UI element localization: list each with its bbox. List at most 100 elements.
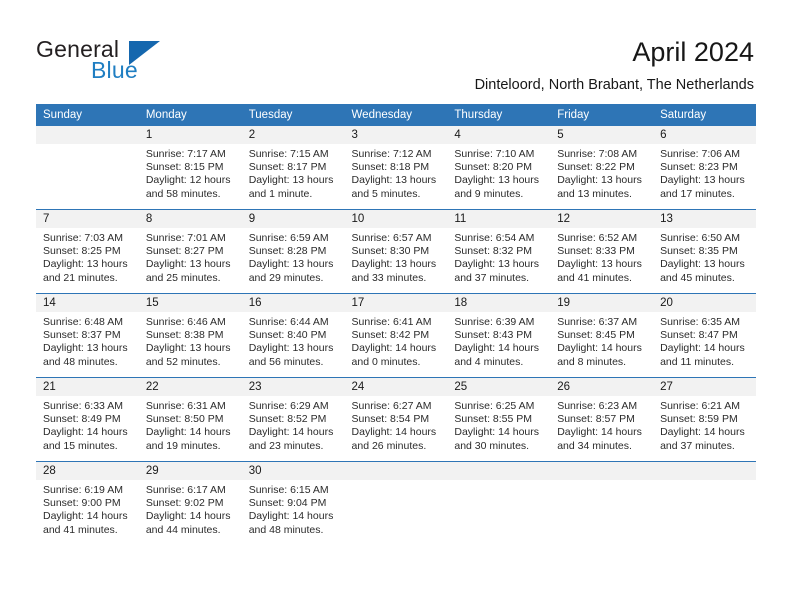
calendar-day-cell[interactable]: 9 Sunrise: 6:59 AM Sunset: 8:28 PM Daylight… [241, 209, 345, 294]
daylight-duration-line1: Daylight: 13 hours [454, 174, 540, 187]
daylight-duration-line2: and 17 minutes. [660, 187, 735, 200]
sun-times: Sunrise: 7:17 AM Sunset: 8:15 PM Daylight:… [139, 144, 242, 201]
calendar-day-cell[interactable]: 6 Sunrise: 7:06 AM Sunset: 8:23 PM Daylight… [653, 126, 756, 210]
day-cell-inner: 30 Sunrise: 6:15 AM Sunset: 9:04 PM Dayligh… [241, 462, 345, 545]
daylight-duration-line1: Daylight: 13 hours [660, 174, 745, 187]
sun-times: Sunrise: 6:35 AM Sunset: 8:47 PM Daylight:… [653, 312, 756, 369]
sunset-time: Sunset: 8:35 PM [660, 245, 738, 258]
sun-times: Sunrise: 6:23 AM Sunset: 8:57 PM Daylight:… [550, 396, 653, 453]
sunrise-time: Sunrise: 6:17 AM [145, 484, 226, 496]
sunset-time: Sunset: 8:52 PM [248, 413, 327, 426]
day-number: 26 [550, 378, 654, 396]
daylight-duration-line2: and 45 minutes. [660, 271, 735, 284]
day-cell-inner: 12 Sunrise: 6:52 AM Sunset: 8:33 PM Dayligh… [550, 210, 654, 293]
sunset-time: Sunset: 8:57 PM [557, 413, 635, 426]
day-number: 11 [447, 210, 551, 228]
daylight-duration-line1: Daylight: 13 hours [660, 258, 745, 271]
sun-times: Sunrise: 6:48 AM Sunset: 8:37 PM Daylight:… [36, 312, 139, 369]
calendar-day-cell[interactable]: 29 Sunrise: 6:17 AM Sunset: 9:02 PM Dayligh… [138, 461, 242, 545]
calendar-day-cell[interactable]: 4 Sunrise: 7:10 AM Sunset: 8:20 PM Daylight… [447, 126, 551, 210]
daylight-duration-line1: Daylight: 14 hours [248, 510, 334, 523]
day-cell-inner: 25 Sunrise: 6:25 AM Sunset: 8:55 PM Dayligh… [447, 378, 551, 461]
day-number: 13 [653, 210, 756, 228]
day-number: 30 [241, 462, 345, 480]
day-number: 25 [447, 378, 551, 396]
sunset-time: Sunset: 9:00 PM [43, 497, 121, 510]
calendar-day-cell[interactable]: 16 Sunrise: 6:44 AM Sunset: 8:40 PM Dayligh… [241, 293, 345, 378]
calendar-day-cell[interactable]: 2 Sunrise: 7:15 AM Sunset: 8:17 PM Daylight… [241, 126, 345, 210]
calendar-day-cell[interactable]: 13 Sunrise: 6:50 AM Sunset: 8:35 PM Dayligh… [653, 209, 756, 294]
daylight-duration-line2: and 23 minutes. [248, 439, 324, 452]
calendar-day-cell[interactable]: 7 Sunrise: 7:03 AM Sunset: 8:25 PM Daylight… [36, 209, 139, 294]
day-cell-inner: 9 Sunrise: 6:59 AM Sunset: 8:28 PM Daylight… [241, 210, 345, 293]
daylight-duration-line1: Daylight: 13 hours [145, 342, 231, 355]
sun-times: Sunrise: 7:01 AM Sunset: 8:27 PM Daylight:… [139, 228, 242, 285]
daylight-duration-line2: and 1 minute. [248, 187, 313, 200]
calendar-day-cell[interactable]: 5 Sunrise: 7:08 AM Sunset: 8:22 PM Daylight… [550, 126, 654, 210]
sun-times: Sunrise: 6:57 AM Sunset: 8:30 PM Daylight:… [345, 228, 448, 285]
calendar-day-cell[interactable]: 18 Sunrise: 6:39 AM Sunset: 8:43 PM Dayligh… [447, 293, 551, 378]
calendar-day-cell[interactable]: 19 Sunrise: 6:37 AM Sunset: 8:45 PM Dayligh… [550, 293, 654, 378]
calendar-day-cell[interactable] [653, 461, 756, 545]
sunrise-time: Sunrise: 6:27 AM [351, 400, 432, 412]
sunset-time: Sunset: 8:32 PM [454, 245, 533, 258]
daylight-duration-line2: and 58 minutes. [145, 187, 221, 200]
day-cell-inner: 15 Sunrise: 6:46 AM Sunset: 8:38 PM Dayligh… [138, 294, 242, 377]
calendar-day-cell[interactable]: 3 Sunrise: 7:12 AM Sunset: 8:18 PM Daylight… [344, 126, 448, 210]
calendar-day-cell[interactable]: 27 Sunrise: 6:21 AM Sunset: 8:59 PM Dayligh… [653, 377, 756, 462]
calendar-day-cell[interactable]: 23 Sunrise: 6:29 AM Sunset: 8:52 PM Dayligh… [241, 377, 345, 462]
calendar-week-row: 14 Sunrise: 6:48 AM Sunset: 8:37 PM Dayligh… [36, 293, 756, 378]
calendar-day-cell[interactable]: 28 Sunrise: 6:19 AM Sunset: 9:00 PM Dayligh… [36, 461, 139, 545]
sunset-time: Sunset: 8:15 PM [145, 161, 224, 174]
day-number: 6 [653, 126, 756, 144]
daylight-duration-line1: Daylight: 13 hours [557, 258, 642, 271]
sun-times: Sunrise: 6:29 AM Sunset: 8:52 PM Daylight:… [242, 396, 345, 453]
day-cell-inner: 4 Sunrise: 7:10 AM Sunset: 8:20 PM Daylight… [447, 126, 551, 209]
day-number: 19 [550, 294, 654, 312]
sun-times: Sunrise: 6:15 AM Sunset: 9:04 PM Daylight:… [242, 480, 345, 537]
calendar-day-cell[interactable]: 15 Sunrise: 6:46 AM Sunset: 8:38 PM Dayligh… [138, 293, 242, 378]
day-number [447, 462, 551, 480]
calendar-day-cell[interactable]: 12 Sunrise: 6:52 AM Sunset: 8:33 PM Dayligh… [550, 209, 654, 294]
calendar-week-row: 21 Sunrise: 6:33 AM Sunset: 8:49 PM Dayligh… [36, 377, 756, 462]
sunset-time: Sunset: 8:20 PM [454, 161, 533, 174]
sun-times: Sunrise: 6:59 AM Sunset: 8:28 PM Daylight:… [242, 228, 345, 285]
calendar-day-cell[interactable] [344, 461, 448, 545]
calendar-day-cell[interactable]: 24 Sunrise: 6:27 AM Sunset: 8:54 PM Dayligh… [344, 377, 448, 462]
calendar-day-cell[interactable]: 25 Sunrise: 6:25 AM Sunset: 8:55 PM Dayligh… [447, 377, 551, 462]
day-number [550, 462, 654, 480]
daylight-duration-line2: and 52 minutes. [145, 355, 221, 368]
day-number: 15 [138, 294, 242, 312]
sunrise-time: Sunrise: 6:52 AM [557, 232, 638, 244]
calendar-day-cell[interactable]: 22 Sunrise: 6:31 AM Sunset: 8:50 PM Dayligh… [138, 377, 242, 462]
day-number: 18 [447, 294, 551, 312]
sun-times: Sunrise: 7:15 AM Sunset: 8:17 PM Daylight:… [242, 144, 345, 201]
calendar-day-cell[interactable]: 26 Sunrise: 6:23 AM Sunset: 8:57 PM Dayligh… [550, 377, 654, 462]
calendar-day-cell[interactable] [550, 461, 654, 545]
calendar-day-cell[interactable]: 14 Sunrise: 6:48 AM Sunset: 8:37 PM Dayligh… [36, 293, 139, 378]
general-blue-logo[interactable]: General Blue [36, 36, 206, 86]
calendar-day-cell[interactable]: 10 Sunrise: 6:57 AM Sunset: 8:30 PM Dayligh… [344, 209, 448, 294]
sunset-time: Sunset: 9:04 PM [248, 497, 327, 510]
calendar-day-cell[interactable] [447, 461, 551, 545]
calendar-day-cell[interactable]: 21 Sunrise: 6:33 AM Sunset: 8:49 PM Dayligh… [36, 377, 139, 462]
day-cell-inner: 18 Sunrise: 6:39 AM Sunset: 8:43 PM Dayligh… [447, 294, 551, 377]
sun-times [36, 144, 139, 148]
daylight-duration-line1: Daylight: 13 hours [145, 258, 231, 271]
calendar-day-cell[interactable]: 11 Sunrise: 6:54 AM Sunset: 8:32 PM Dayligh… [447, 209, 551, 294]
daylight-duration-line2: and 48 minutes. [248, 523, 324, 536]
day-number: 23 [241, 378, 345, 396]
day-cell-inner: 6 Sunrise: 7:06 AM Sunset: 8:23 PM Daylight… [653, 126, 756, 209]
calendar-day-cell[interactable]: 8 Sunrise: 7:01 AM Sunset: 8:27 PM Daylight… [138, 209, 242, 294]
calendar-day-cell[interactable]: 20 Sunrise: 6:35 AM Sunset: 8:47 PM Dayligh… [653, 293, 756, 378]
calendar-day-cell[interactable]: 17 Sunrise: 6:41 AM Sunset: 8:42 PM Dayligh… [344, 293, 448, 378]
weekday-header-friday: Friday [550, 104, 654, 126]
daylight-duration-line2: and 41 minutes. [557, 271, 632, 284]
sunrise-time: Sunrise: 7:12 AM [351, 148, 432, 160]
sunrise-time: Sunrise: 6:46 AM [145, 316, 226, 328]
calendar-day-cell[interactable]: 1 Sunrise: 7:17 AM Sunset: 8:15 PM Daylight… [138, 126, 242, 210]
sun-times: Sunrise: 7:12 AM Sunset: 8:18 PM Daylight:… [345, 144, 448, 201]
calendar-day-cell[interactable]: 30 Sunrise: 6:15 AM Sunset: 9:04 PM Dayligh… [241, 461, 345, 545]
daylight-duration-line2: and 19 minutes. [145, 439, 221, 452]
calendar-day-cell[interactable] [36, 126, 139, 210]
